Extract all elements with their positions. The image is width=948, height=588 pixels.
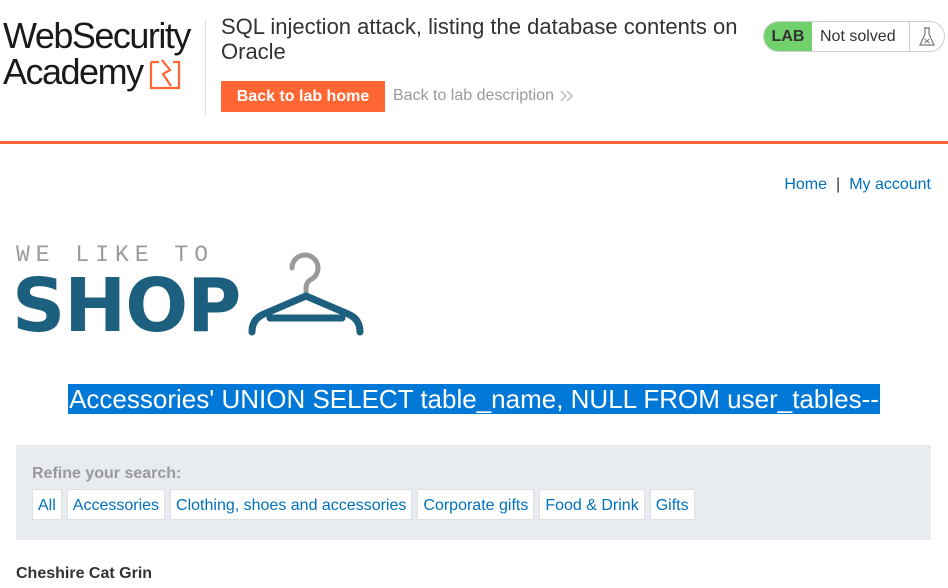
academy-logo[interactable]: WebSecurity Academy <box>3 16 203 96</box>
shop-logo-text: SHOP <box>12 263 241 349</box>
filter-clothing-button[interactable]: Clothing, shoes and accessories <box>170 489 413 520</box>
nav-separator: | <box>836 176 841 193</box>
lab-header: WebSecurity Academy SQL injection attack… <box>0 0 948 144</box>
filter-all-button[interactable]: All <box>32 489 62 520</box>
lightning-bolt-icon <box>149 59 181 90</box>
chevron-right-icon <box>560 90 574 102</box>
back-to-lab-home-button[interactable]: Back to lab home <box>221 81 385 112</box>
lab-title: SQL injection attack, listing the databa… <box>221 14 738 64</box>
top-nav: Home | My account <box>784 176 931 194</box>
search-results-heading: Accessories' UNION SELECT table_name, NU… <box>0 384 948 414</box>
back-to-lab-description-link[interactable]: Back to lab description <box>393 87 574 105</box>
lab-status-button[interactable] <box>909 22 944 51</box>
search-term: Accessories' UNION SELECT table_name, NU… <box>68 384 880 414</box>
lab-badge: LAB <box>764 22 812 51</box>
academy-logo-line1: WebSecurity <box>3 15 191 56</box>
nav-my-account-link[interactable]: My account <box>849 176 931 193</box>
filter-label: Refine your search: <box>32 465 182 482</box>
filter-panel: Refine your search: All Accessories Clot… <box>16 445 931 540</box>
filter-buttons: All Accessories Clothing, shoes and acce… <box>32 489 700 520</box>
lab-status-widget: LAB Not solved <box>763 21 945 52</box>
product-title[interactable]: Cheshire Cat Grin <box>16 565 152 583</box>
hanger-icon <box>248 252 364 336</box>
lab-status-text: Not solved <box>820 28 896 45</box>
filter-accessories-button[interactable]: Accessories <box>66 489 166 520</box>
filter-gifts-button[interactable]: Gifts <box>649 489 695 520</box>
header-divider <box>205 20 206 115</box>
academy-logo-line2: Academy <box>3 51 144 92</box>
flask-icon <box>919 27 935 46</box>
filter-corporate-gifts-button[interactable]: Corporate gifts <box>417 489 535 520</box>
nav-home-link[interactable]: Home <box>784 176 827 193</box>
filter-food-drink-button[interactable]: Food & Drink <box>539 489 645 520</box>
back-to-lab-description-label: Back to lab description <box>393 87 554 104</box>
